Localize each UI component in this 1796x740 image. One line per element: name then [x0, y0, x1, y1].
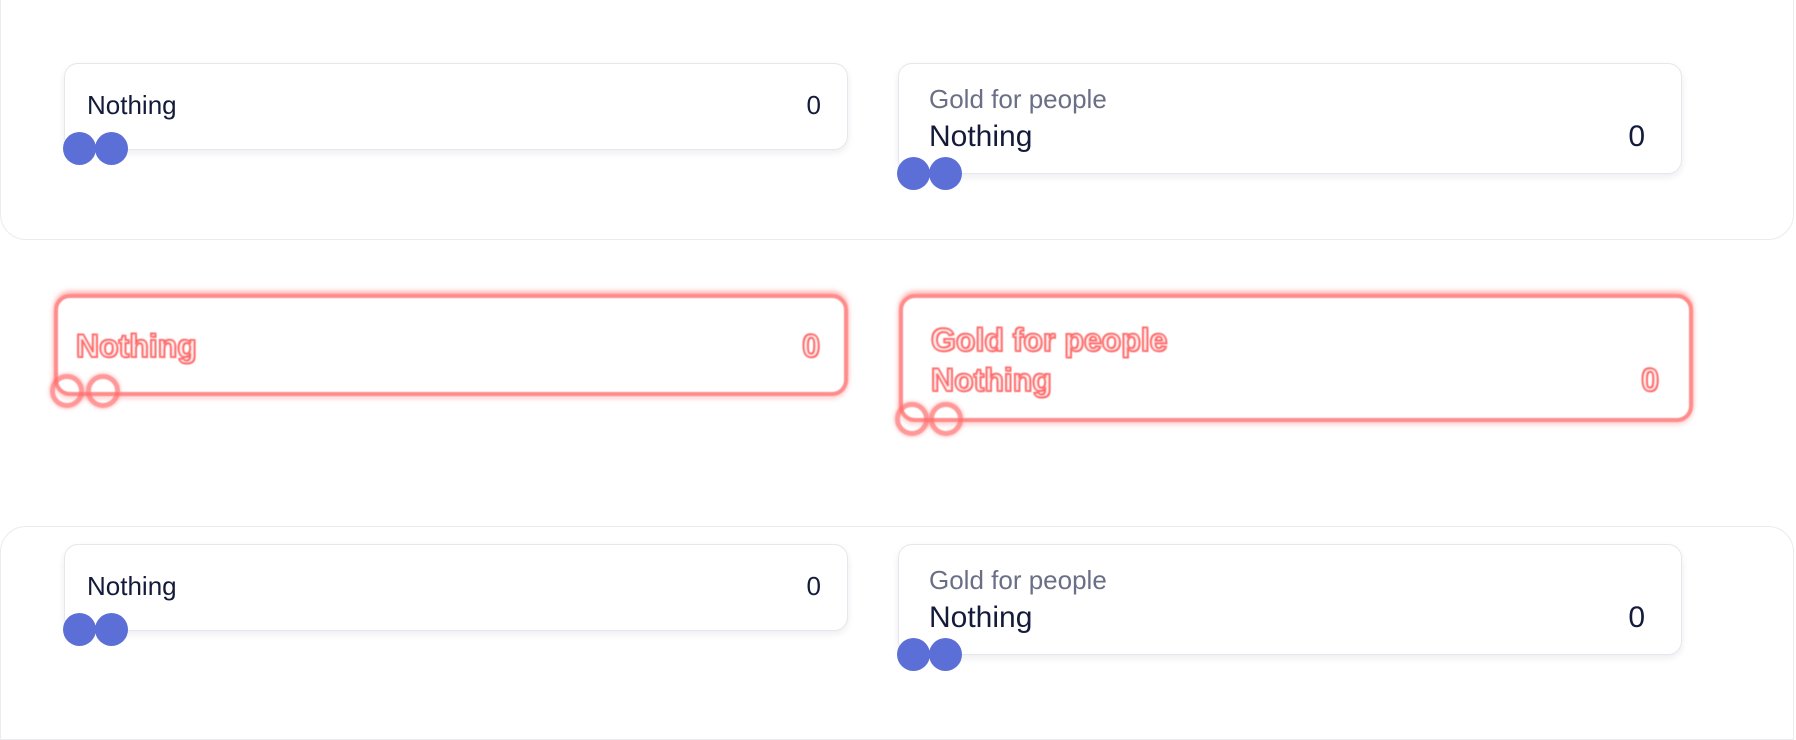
- slider-value: 0: [806, 90, 821, 120]
- slider-card-simple-bottom: Nothing 0: [64, 544, 848, 631]
- slider-value: 0: [806, 571, 821, 601]
- ghost-min-handle: [50, 374, 84, 408]
- slider-card-detailed-top: Gold for people Nothing 0: [898, 63, 1682, 174]
- ghost-card-simple: Nothing 0: [54, 294, 848, 396]
- slider-label: Nothing: [87, 571, 177, 601]
- slider-label: Nothing: [929, 601, 1033, 634]
- slider-card-detailed-bottom: Gold for people Nothing 0: [898, 544, 1682, 655]
- ghost-max-handle: [86, 374, 120, 408]
- ghost-max-handle: [929, 402, 963, 436]
- ghost-value: 0: [1640, 361, 1660, 399]
- slider-label: Nothing: [87, 90, 177, 120]
- ghost-min-handle: [895, 402, 929, 436]
- slider-max-handle[interactable]: [95, 613, 128, 646]
- slider-max-handle[interactable]: [929, 157, 962, 190]
- slider-title: Gold for people: [929, 565, 1107, 595]
- slider-min-handle[interactable]: [897, 638, 930, 671]
- slider-min-handle[interactable]: [63, 132, 96, 165]
- slider-min-handle[interactable]: [63, 613, 96, 646]
- ghost-value: 0: [801, 327, 821, 365]
- ghost-label: Nothing: [930, 361, 1053, 399]
- slider-card-simple-top: Nothing 0: [64, 63, 848, 150]
- slider-min-handle[interactable]: [897, 157, 930, 190]
- slider-title: Gold for people: [929, 84, 1107, 114]
- slider-value: 0: [1628, 120, 1645, 153]
- ghost-card-detailed: Gold for people Nothing 0: [899, 294, 1693, 422]
- ghost-title: Gold for people: [930, 321, 1168, 359]
- ghost-label: Nothing: [75, 327, 198, 365]
- slider-max-handle[interactable]: [95, 132, 128, 165]
- slider-label: Nothing: [929, 120, 1033, 153]
- slider-value: 0: [1628, 601, 1645, 634]
- slider-max-handle[interactable]: [929, 638, 962, 671]
